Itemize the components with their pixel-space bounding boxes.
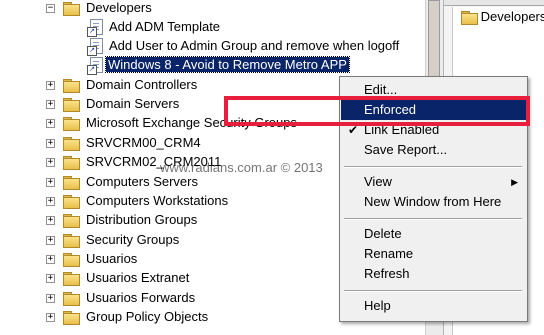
submenu-arrow-icon: ▶ — [511, 177, 518, 187]
menu-item-help[interactable]: Help — [341, 296, 526, 316]
menu-item-label: View — [364, 174, 392, 189]
list-item-label: Developers — [480, 9, 544, 24]
checkmark-icon: ✔ — [348, 123, 359, 137]
menu-item-label: Save Report... — [364, 142, 448, 157]
expand-icon[interactable]: + — [46, 81, 55, 90]
context-menu: Edit... Enforced ✔ Link Enabled Save Rep… — [339, 76, 528, 322]
menu-separator — [344, 218, 522, 220]
menu-item-label: New Window from Here — [364, 194, 502, 209]
menu-item-label: Refresh — [364, 266, 410, 281]
tree-item-label: Domain Servers — [86, 96, 180, 111]
expand-icon[interactable]: + — [46, 236, 55, 245]
expand-icon[interactable]: + — [46, 294, 55, 303]
tree-item-gpo-link-selected[interactable]: ↗ Windows 8 - Avoid to Remove Metro APP — [0, 56, 420, 75]
collapse-icon[interactable]: − — [46, 4, 55, 13]
tree-item-label: Distribution Groups — [86, 212, 198, 227]
tree-item-label: Usuarios — [86, 251, 138, 266]
column-header[interactable] — [444, 0, 544, 6]
menu-item-label: Link Enabled — [364, 122, 440, 137]
tree-item-label: Domain Controllers — [86, 77, 198, 92]
tree-item-gpo-link[interactable]: ↗ Add ADM Template — [0, 18, 420, 37]
folder-icon — [63, 195, 80, 209]
menu-item-save-report[interactable]: Save Report... — [341, 140, 526, 160]
expand-icon[interactable]: + — [46, 119, 55, 128]
folder-icon — [63, 253, 80, 267]
gpo-link-icon: ↗ — [87, 19, 103, 37]
expand-icon[interactable]: + — [46, 197, 55, 206]
tree-item-label: SRVCRM00_CRM4 — [86, 135, 201, 150]
folder-icon — [63, 98, 80, 112]
menu-item-enforced[interactable]: Enforced — [341, 100, 526, 120]
expand-icon[interactable]: + — [46, 139, 55, 148]
tree-item-label: Microsoft Exchange Security Groups — [86, 115, 297, 130]
expand-icon[interactable]: + — [46, 100, 55, 109]
tree-item-label: Windows 8 - Avoid to Remove Metro APP — [105, 56, 350, 73]
watermark: www.radians.com.ar © 2013 — [160, 160, 323, 175]
folder-icon — [63, 156, 80, 170]
folder-icon — [63, 117, 80, 131]
expand-icon[interactable]: + — [46, 313, 55, 322]
menu-item-edit[interactable]: Edit... — [341, 80, 526, 100]
tree-item-label: Usuarios Extranet — [86, 270, 190, 285]
tree-item-label: Security Groups — [86, 232, 180, 247]
folder-icon — [63, 292, 80, 306]
tree-item-gpo-link[interactable]: ↗ Add User to Admin Group and remove whe… — [0, 37, 420, 56]
menu-item-label: Enforced — [364, 102, 417, 117]
menu-item-rename[interactable]: Rename — [341, 244, 526, 264]
folder-icon — [63, 176, 80, 190]
menu-item-view[interactable]: View ▶ — [341, 172, 526, 192]
folder-icon — [63, 311, 80, 325]
menu-item-link-enabled[interactable]: ✔ Link Enabled — [341, 120, 526, 140]
expand-icon[interactable]: + — [46, 274, 55, 283]
tree-item-developers[interactable]: − Developers — [0, 0, 420, 18]
expand-icon[interactable]: + — [46, 158, 55, 167]
folder-icon — [63, 79, 80, 93]
menu-item-label: Rename — [364, 246, 414, 261]
folder-icon — [63, 2, 80, 16]
menu-item-refresh[interactable]: Refresh — [341, 264, 526, 284]
folder-icon — [461, 11, 478, 26]
list-item[interactable]: Developers — [461, 9, 544, 26]
gpo-link-icon: ↗ — [87, 38, 103, 56]
menu-item-label: Help — [364, 298, 391, 313]
expand-icon[interactable]: + — [46, 255, 55, 264]
tree-item-label: Computers Servers — [86, 174, 198, 189]
tree-item-label: Add ADM Template — [109, 19, 221, 34]
expand-icon[interactable]: + — [46, 216, 55, 225]
menu-item-label: Edit... — [364, 82, 398, 97]
tree-item-label: Usuarios Forwards — [86, 290, 196, 305]
folder-icon — [63, 214, 80, 228]
tree-item-label: Computers Workstations — [86, 193, 229, 208]
tree-item-label: Add User to Admin Group and remove when … — [109, 38, 400, 53]
tree-item-label: Group Policy Objects — [86, 309, 209, 324]
gpo-link-icon: ↗ — [87, 57, 103, 75]
menu-item-label: Delete — [364, 226, 402, 241]
menu-item-new-window[interactable]: New Window from Here — [341, 192, 526, 212]
folder-icon — [63, 272, 80, 286]
expand-icon[interactable]: + — [46, 178, 55, 187]
folder-icon — [63, 137, 80, 151]
folder-icon — [63, 234, 80, 248]
tree-item-label: Developers — [86, 0, 152, 15]
menu-separator — [344, 290, 522, 292]
menu-separator — [344, 166, 522, 168]
menu-item-delete[interactable]: Delete — [341, 224, 526, 244]
